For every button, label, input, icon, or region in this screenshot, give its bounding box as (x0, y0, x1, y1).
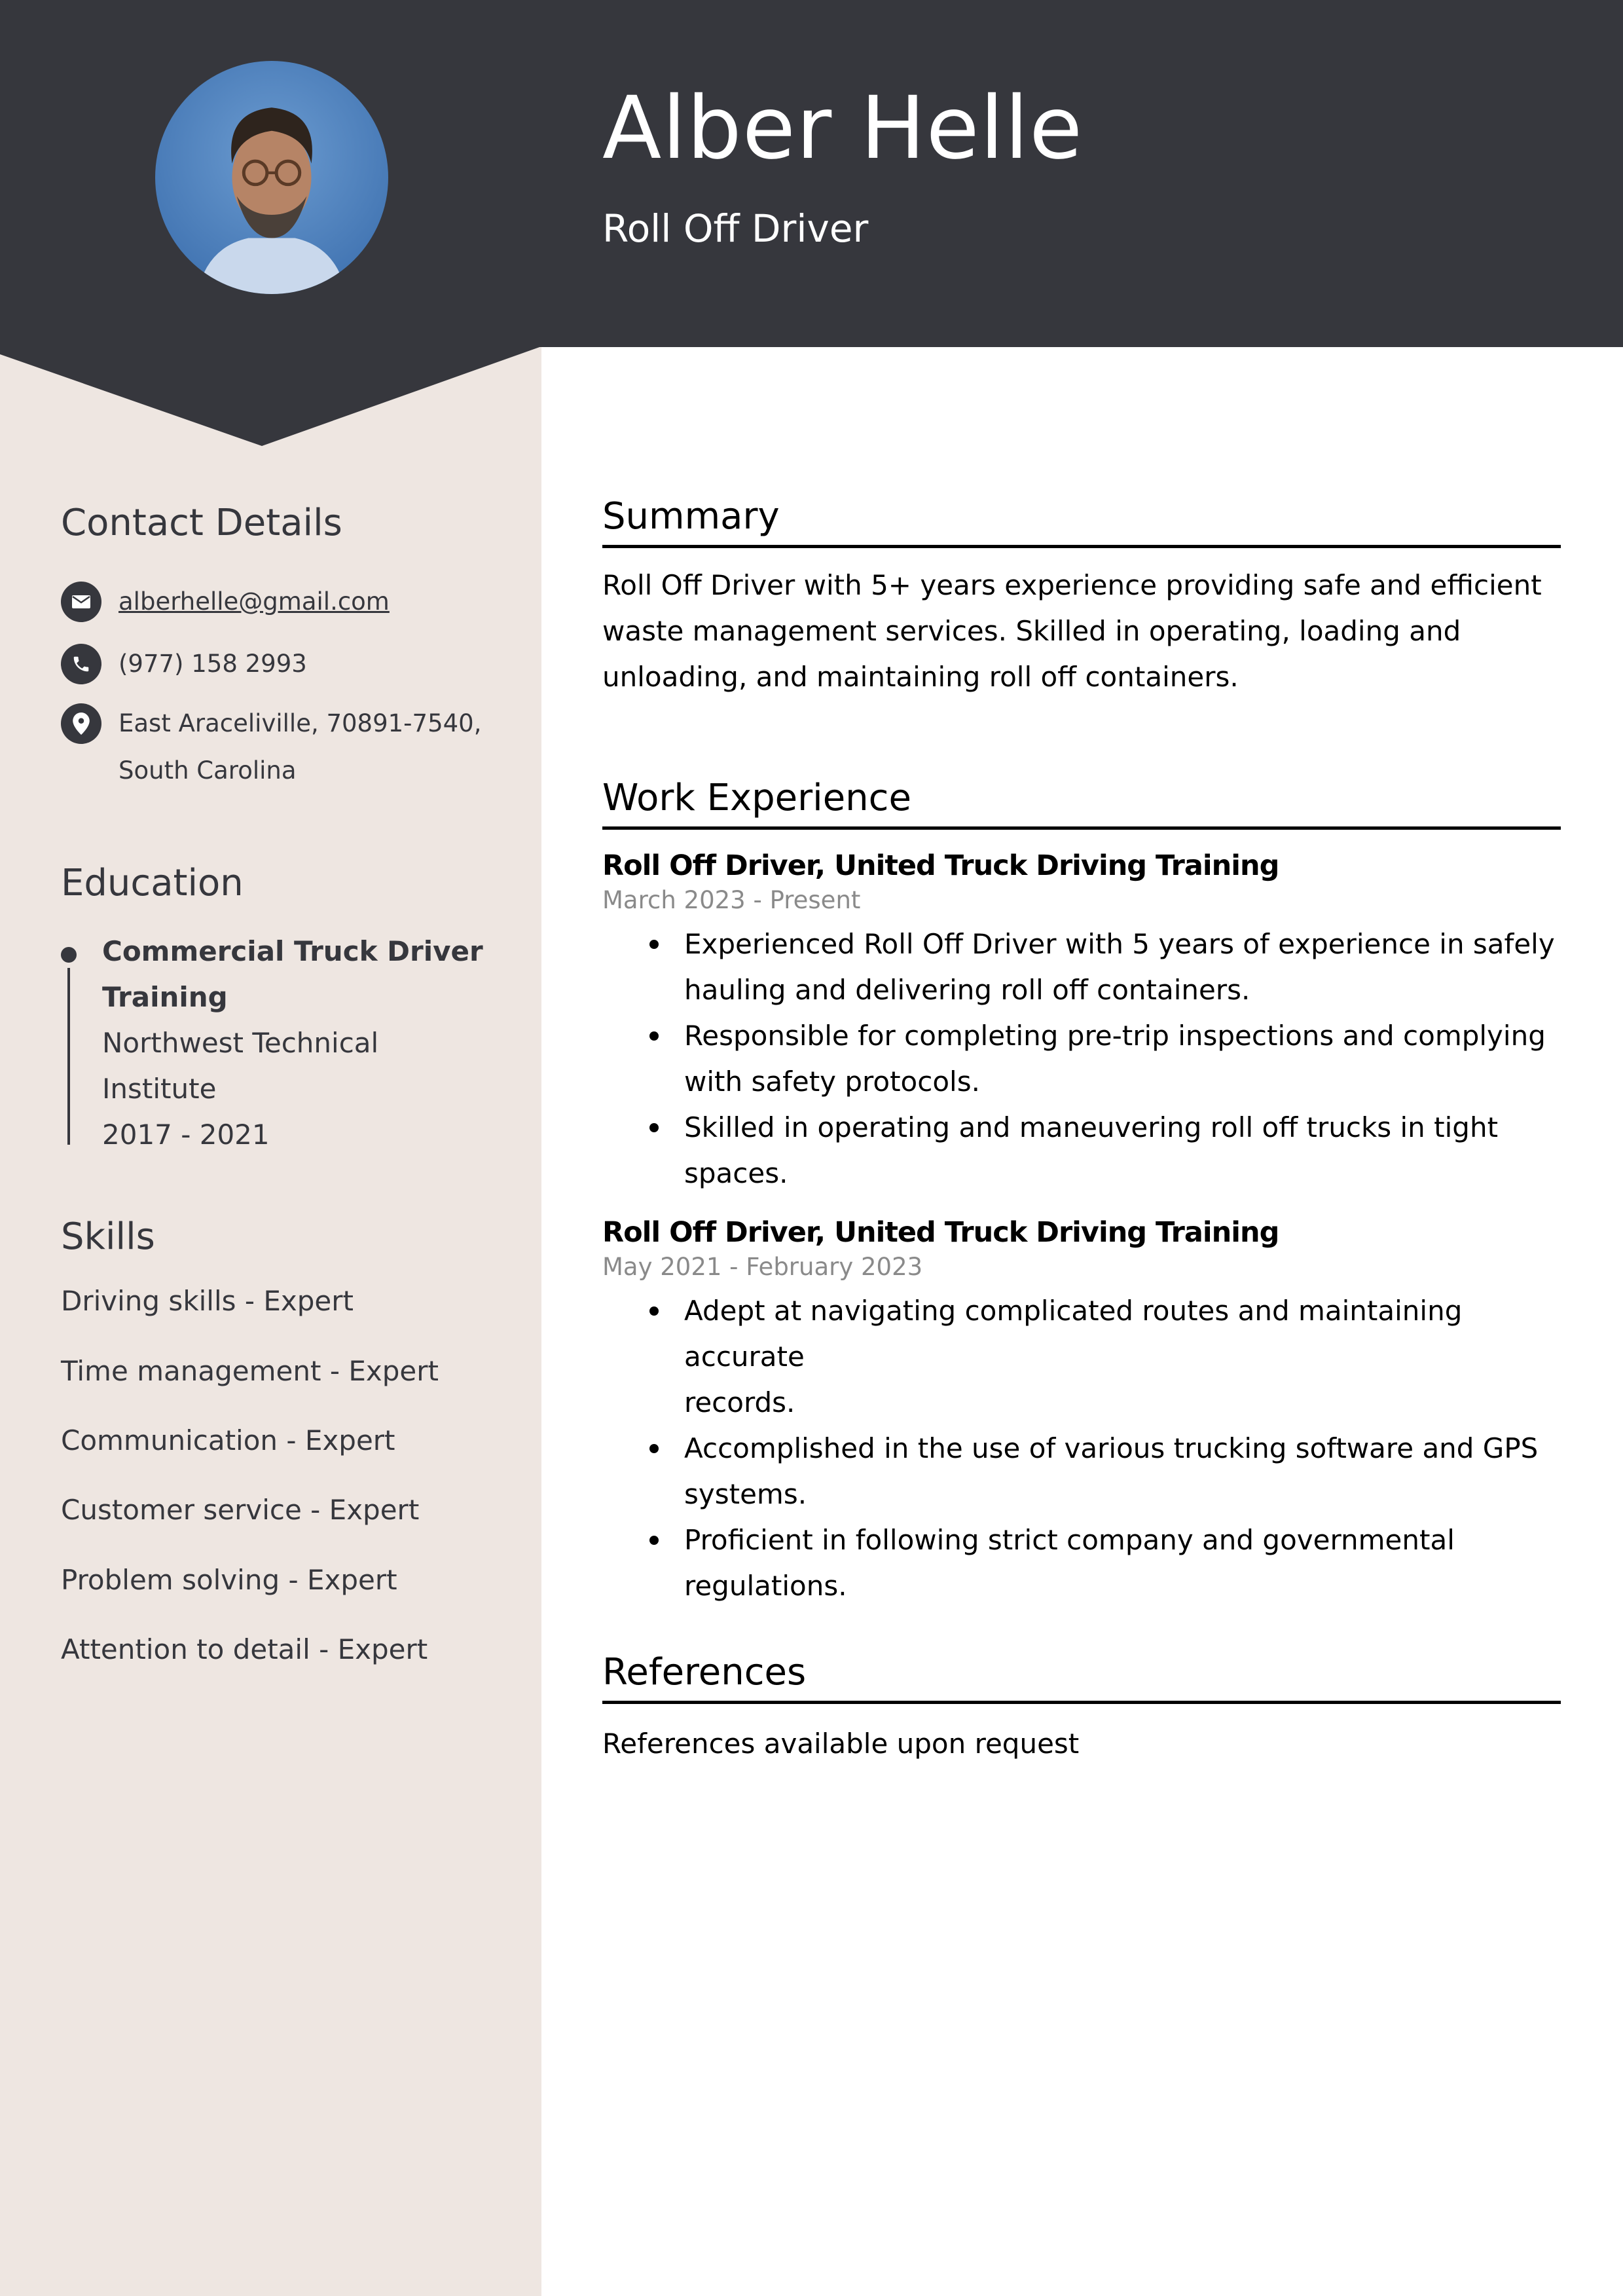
timeline-line (67, 968, 70, 1145)
job-dates: March 2023 - Present (602, 886, 861, 915)
skills-heading: Skills (61, 1215, 155, 1258)
skill-item: Customer service - Expert (61, 1494, 420, 1527)
contact-email: alberhelle@gmail.com (61, 582, 519, 625)
job-entry: Roll Off Driver, United Truck Driving Tr… (602, 1215, 1561, 1609)
job-bullet: Experienced Roll Off Driver with 5 years… (602, 921, 1561, 1013)
contact-section: Contact Details alberhelle@gmail.com (97… (61, 501, 519, 794)
contact-address: East Araceliville, 70891-7540, South Car… (61, 703, 519, 794)
summary-line: unloading, and maintaining roll off cont… (602, 661, 1239, 694)
profile-photo (155, 61, 388, 294)
education-heading: Education (61, 862, 244, 904)
candidate-name: Alber Helle (602, 78, 1084, 179)
section-divider (602, 545, 1561, 549)
portrait-image (155, 61, 388, 294)
education-years: 2017 - 2021 (102, 1119, 270, 1151)
contact-heading: Contact Details (61, 502, 342, 544)
job-bullet: Proficient in following strict company a… (602, 1517, 1561, 1609)
job-title: Roll Off Driver, United Truck Driving Tr… (602, 849, 1279, 883)
summary-line: waste management services. Skilled in op… (602, 615, 1461, 648)
candidate-title: Roll Off Driver (602, 206, 869, 251)
header-chevron (0, 346, 541, 446)
skill-item: Attention to detail - Expert (61, 1633, 428, 1666)
school-line-1: Northwest Technical (102, 1027, 379, 1060)
timeline-dot (61, 947, 77, 963)
references-text: References available upon request (602, 1728, 1080, 1760)
job-dates: May 2021 - February 2023 (602, 1253, 923, 1282)
address: East Araceliville, 70891-7540, South Car… (119, 700, 481, 794)
work-experience-section: Work Experience Roll Off Driver, United … (602, 776, 1561, 1609)
job-bullets: Experienced Roll Off Driver with 5 years… (602, 921, 1561, 1196)
job-bullet: Adept at navigating complicated routes a… (602, 1288, 1561, 1426)
references-heading: References (602, 1651, 807, 1694)
job-bullet: Accomplished in the use of various truck… (602, 1426, 1561, 1517)
summary-line: Roll Off Driver with 5+ years experience… (602, 569, 1542, 602)
contact-phone: (977) 158 2993 (61, 644, 519, 688)
envelope-icon (61, 582, 101, 623)
section-divider (602, 826, 1561, 830)
degree-line-2: Training (102, 981, 228, 1014)
phone-icon (61, 644, 101, 685)
phone-number: (977) 158 2993 (119, 650, 307, 678)
job-bullets: Adept at navigating complicated routes a… (602, 1288, 1561, 1609)
job-bullet: Skilled in operating and maneuvering rol… (602, 1105, 1561, 1196)
job-entry: Roll Off Driver, United Truck Driving Tr… (602, 848, 1561, 1196)
education-section: Education Commercial Truck Driver Traini… (61, 861, 519, 1158)
degree-line-1: Commercial Truck Driver (102, 935, 483, 968)
email-link[interactable]: alberhelle@gmail.com (119, 578, 390, 625)
education-degree: Commercial Truck Driver Training (102, 929, 519, 1020)
summary-text: Roll Off Driver with 5+ years experience… (602, 563, 1561, 700)
job-bullet: Responsible for completing pre-trip insp… (602, 1013, 1561, 1105)
address-line-2: South Carolina (119, 756, 297, 785)
skills-section: Skills Driving skills - Expert Time mana… (61, 1215, 519, 1667)
location-pin-icon (61, 703, 101, 745)
address-line-1: East Araceliville, 70891-7540, (119, 709, 482, 738)
education-item: Commercial Truck Driver Training Northwe… (61, 929, 519, 1158)
skill-item: Time management - Expert (61, 1354, 439, 1387)
skill-item: Driving skills - Expert (61, 1285, 354, 1318)
summary-section: Summary Roll Off Driver with 5+ years ex… (602, 494, 1561, 700)
summary-heading: Summary (602, 495, 780, 538)
education-school: Northwest Technical Institute (102, 1020, 519, 1112)
work-experience-heading: Work Experience (602, 777, 911, 819)
section-divider (602, 1701, 1561, 1705)
job-title: Roll Off Driver, United Truck Driving Tr… (602, 1216, 1279, 1250)
school-line-2: Institute (102, 1073, 217, 1105)
skill-item: Problem solving - Expert (61, 1563, 397, 1596)
resume-page: Alber Helle Roll Off Driver Contact Deta… (0, 0, 1623, 2296)
skill-item: Communication - Expert (61, 1424, 395, 1456)
references-section: References References available upon req… (602, 1650, 1561, 1767)
